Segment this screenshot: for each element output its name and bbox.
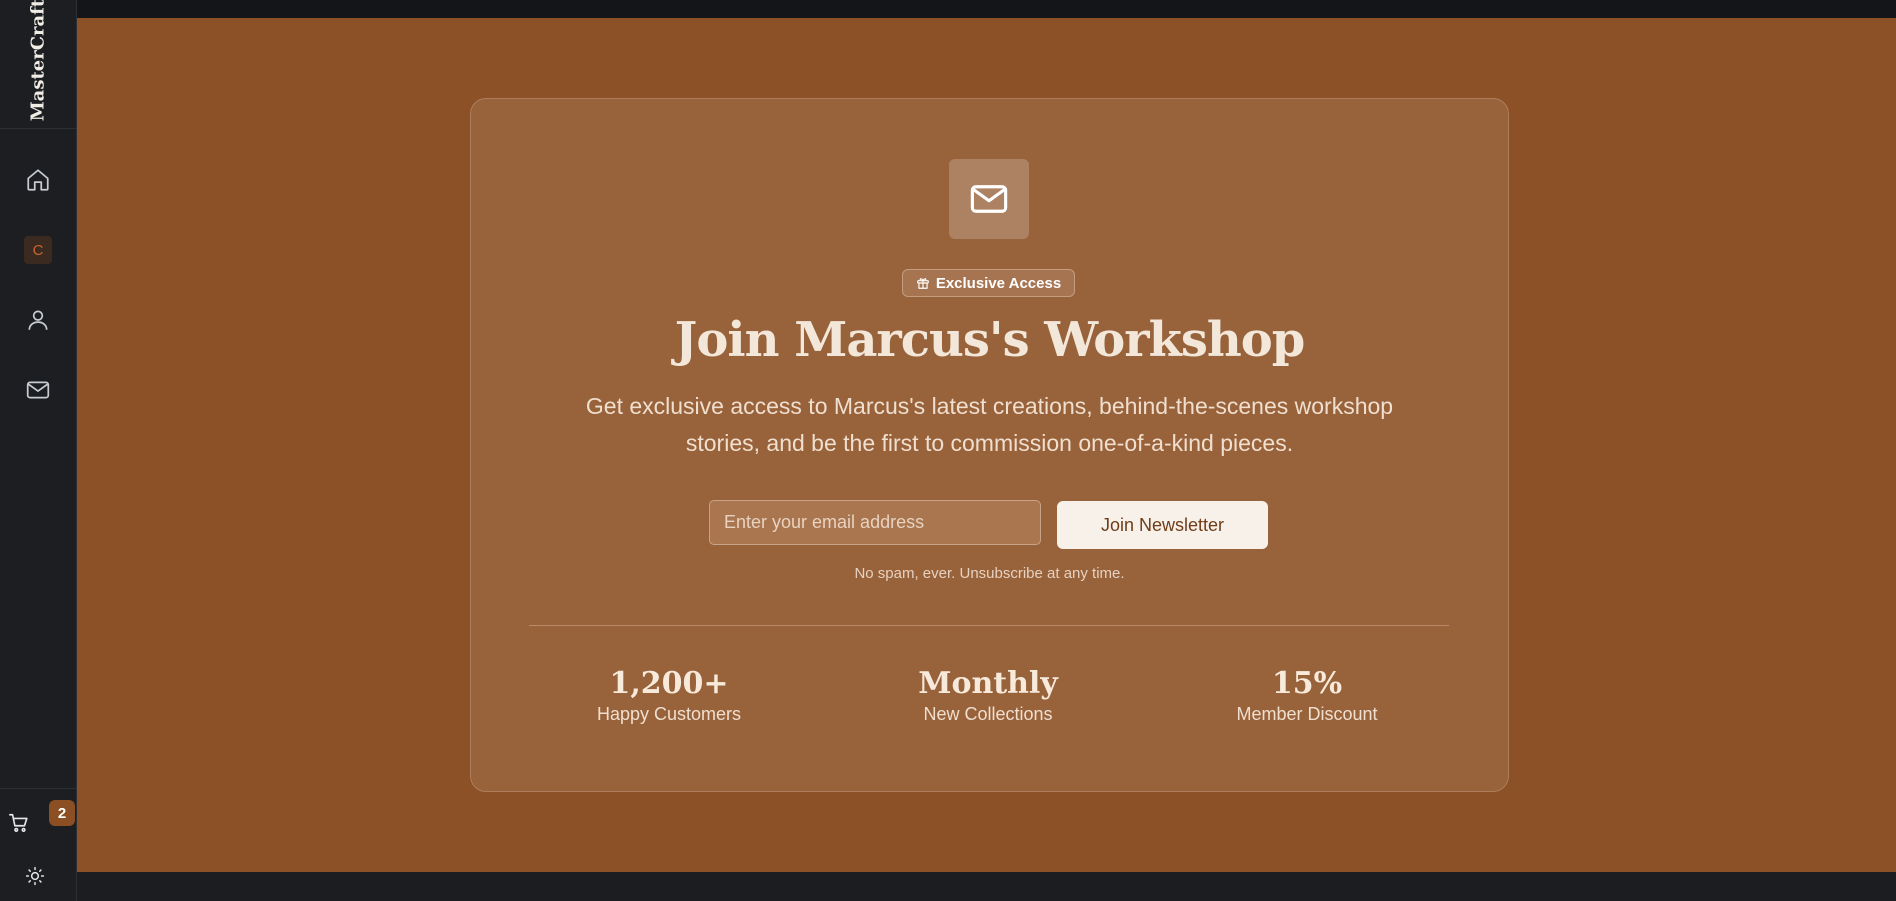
user-icon	[28, 310, 48, 330]
stat-value: 1,200+	[609, 666, 729, 701]
stat-value: Monthly	[918, 666, 1058, 701]
cart-count-badge: 2	[49, 800, 75, 826]
join-newsletter-button[interactable]: Join Newsletter	[1057, 501, 1268, 549]
nav-profile[interactable]	[14, 296, 62, 344]
badge-label: Exclusive Access	[935, 274, 1062, 292]
top-bar	[77, 0, 1896, 18]
sidebar: MasterCraft C	[0, 0, 77, 901]
home-icon	[27, 169, 49, 191]
stat-label: Member Discount	[1236, 704, 1378, 724]
nav-contact[interactable]	[14, 366, 62, 414]
page-title: Join Marcus's Workshop	[674, 312, 1306, 368]
theme-toggle[interactable]	[25, 866, 49, 890]
brand-logo[interactable]: MasterCraft	[0, 0, 77, 129]
cart-icon	[9, 813, 28, 832]
nav-collection[interactable]: C	[14, 226, 62, 274]
stat-collections: Monthly New Collections	[838, 666, 1138, 725]
brand-name: MasterCraft	[27, 0, 49, 122]
stat-label: New Collections	[923, 704, 1053, 724]
nav-home[interactable]	[14, 156, 62, 204]
collection-badge: C	[24, 236, 52, 264]
page-subtitle: Get exclusive access to Marcus's latest …	[585, 393, 1394, 456]
divider	[529, 625, 1449, 626]
email-input[interactable]	[709, 500, 1041, 545]
stat-value: 15%	[1271, 666, 1343, 701]
stat-discount: 15% Member Discount	[1157, 666, 1457, 725]
bottom-bar	[77, 872, 1896, 901]
stat-customers: 1,200+ Happy Customers	[519, 666, 819, 725]
gift-icon	[916, 278, 929, 289]
stat-label: Happy Customers	[596, 704, 742, 724]
mail-icon	[970, 185, 1008, 213]
sun-icon	[25, 866, 45, 886]
privacy-note: No spam, ever. Unsubscribe at any time.	[854, 565, 1125, 582]
mail-icon	[26, 381, 50, 399]
cart-button[interactable]	[8, 812, 34, 838]
newsletter-icon-box	[949, 159, 1029, 239]
exclusive-access-badge: Exclusive Access	[902, 269, 1075, 297]
